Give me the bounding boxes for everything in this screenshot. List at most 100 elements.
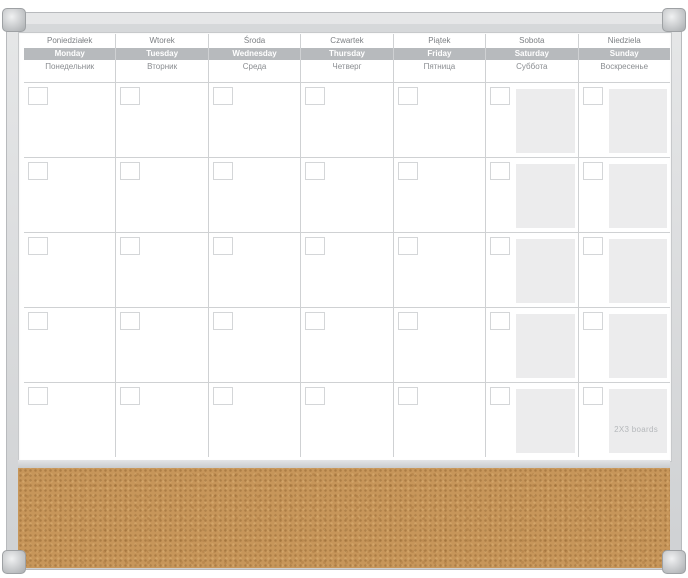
date-box — [28, 162, 48, 180]
weekend-shade — [516, 239, 575, 303]
day-cell-wednesday — [209, 158, 302, 232]
date-box — [212, 87, 233, 105]
day-cell-monday — [24, 383, 117, 457]
corner-cap-top-right — [662, 8, 686, 32]
weekend-shade — [516, 314, 575, 378]
date-box — [120, 237, 141, 255]
date-box — [490, 312, 511, 330]
day-cell-wednesday — [209, 233, 302, 307]
date-box — [120, 87, 141, 105]
day-cell-thursday — [301, 308, 394, 382]
day-label-pl: Czwartek — [330, 36, 364, 45]
day-cell-wednesday — [209, 308, 302, 382]
date-box — [305, 87, 326, 105]
day-cell-saturday — [486, 158, 579, 232]
week-row — [24, 232, 670, 307]
day-cell-tuesday — [116, 308, 209, 382]
day-cell-wednesday — [209, 383, 302, 457]
day-label-ru: Понедельник — [45, 62, 95, 71]
date-box — [397, 237, 418, 255]
date-box — [120, 387, 141, 405]
date-box — [397, 162, 418, 180]
day-label-ru: Воскресенье — [600, 62, 649, 71]
day-header-wednesday: Środa Wednesday Среда — [208, 34, 302, 84]
date-box — [490, 237, 511, 255]
date-box — [397, 312, 418, 330]
day-cell-wednesday — [209, 83, 302, 157]
day-cell-tuesday — [116, 233, 209, 307]
day-label-pl: Sobota — [519, 36, 545, 45]
day-label-en: Thursday — [301, 48, 393, 60]
day-label-pl: Wtorek — [149, 36, 175, 45]
day-cell-thursday — [301, 383, 394, 457]
corner-cap-bottom-left — [2, 550, 26, 574]
day-label-pl: Niedziela — [607, 36, 641, 45]
day-cell-monday — [24, 233, 117, 307]
week-row — [24, 157, 670, 232]
date-box — [305, 162, 326, 180]
corner-cap-top-left — [2, 8, 26, 32]
day-label-en: Sunday — [578, 48, 670, 60]
day-label-en: Wednesday — [208, 48, 301, 60]
date-box — [490, 87, 511, 105]
date-box — [582, 387, 603, 405]
weekend-shade — [608, 89, 667, 153]
date-box — [28, 87, 48, 105]
day-cell-thursday — [301, 233, 394, 307]
day-label-ru: Вторник — [147, 62, 178, 71]
date-box — [212, 237, 233, 255]
day-label-ru: Среда — [242, 62, 267, 71]
date-box — [582, 312, 603, 330]
day-cell-sunday — [579, 158, 670, 232]
weekend-shade — [608, 314, 667, 378]
day-header-thursday: Czwartek Thursday Четверг — [301, 34, 394, 84]
date-box — [490, 162, 511, 180]
day-cell-monday — [24, 83, 117, 157]
date-box — [212, 387, 233, 405]
date-box — [490, 387, 511, 405]
day-cell-friday — [394, 83, 487, 157]
week-row — [24, 82, 670, 157]
date-box — [397, 387, 418, 405]
day-cell-thursday — [301, 158, 394, 232]
day-label-ru: Пятница — [423, 62, 456, 71]
day-label-en: Saturday — [486, 48, 578, 60]
day-cell-saturday — [486, 233, 579, 307]
planner-board: Poniedziałek Monday Понедельник Wtorek Tuesd… — [2, 8, 686, 574]
week-row — [24, 307, 670, 382]
corner-cap-bottom-right — [662, 550, 686, 574]
day-label-en: Friday — [393, 48, 486, 60]
weekend-shade — [516, 164, 575, 228]
date-box — [212, 312, 233, 330]
day-cell-friday — [394, 158, 487, 232]
day-label-pl: Poniedziałek — [47, 36, 93, 45]
date-box — [212, 162, 233, 180]
day-header-sunday: Niedziela Sunday Воскресенье — [578, 34, 670, 84]
day-label-en: Tuesday — [116, 48, 208, 60]
day-cell-saturday — [486, 383, 579, 457]
date-box — [305, 312, 326, 330]
day-cell-sunday — [579, 383, 670, 457]
weekend-shade — [516, 389, 575, 453]
cork-board — [18, 468, 670, 568]
week-rows — [24, 82, 670, 457]
date-box — [28, 237, 48, 255]
weekend-shade — [608, 239, 667, 303]
day-cell-saturday — [486, 83, 579, 157]
day-cell-friday — [394, 383, 487, 457]
day-label-pl: Piątek — [428, 36, 451, 45]
date-box — [120, 312, 141, 330]
day-label-pl: Środa — [243, 36, 266, 45]
brand-logo: 2X3 boards — [614, 425, 658, 434]
date-box — [582, 237, 603, 255]
date-box — [305, 387, 326, 405]
day-cell-tuesday — [116, 83, 209, 157]
day-cell-friday — [394, 308, 487, 382]
date-box — [397, 87, 418, 105]
day-cell-tuesday — [116, 158, 209, 232]
date-box — [28, 312, 48, 330]
day-cell-sunday — [579, 83, 670, 157]
day-cell-thursday — [301, 83, 394, 157]
weekend-shade — [608, 164, 667, 228]
day-header-friday: Piątek Friday Пятница — [393, 34, 487, 84]
